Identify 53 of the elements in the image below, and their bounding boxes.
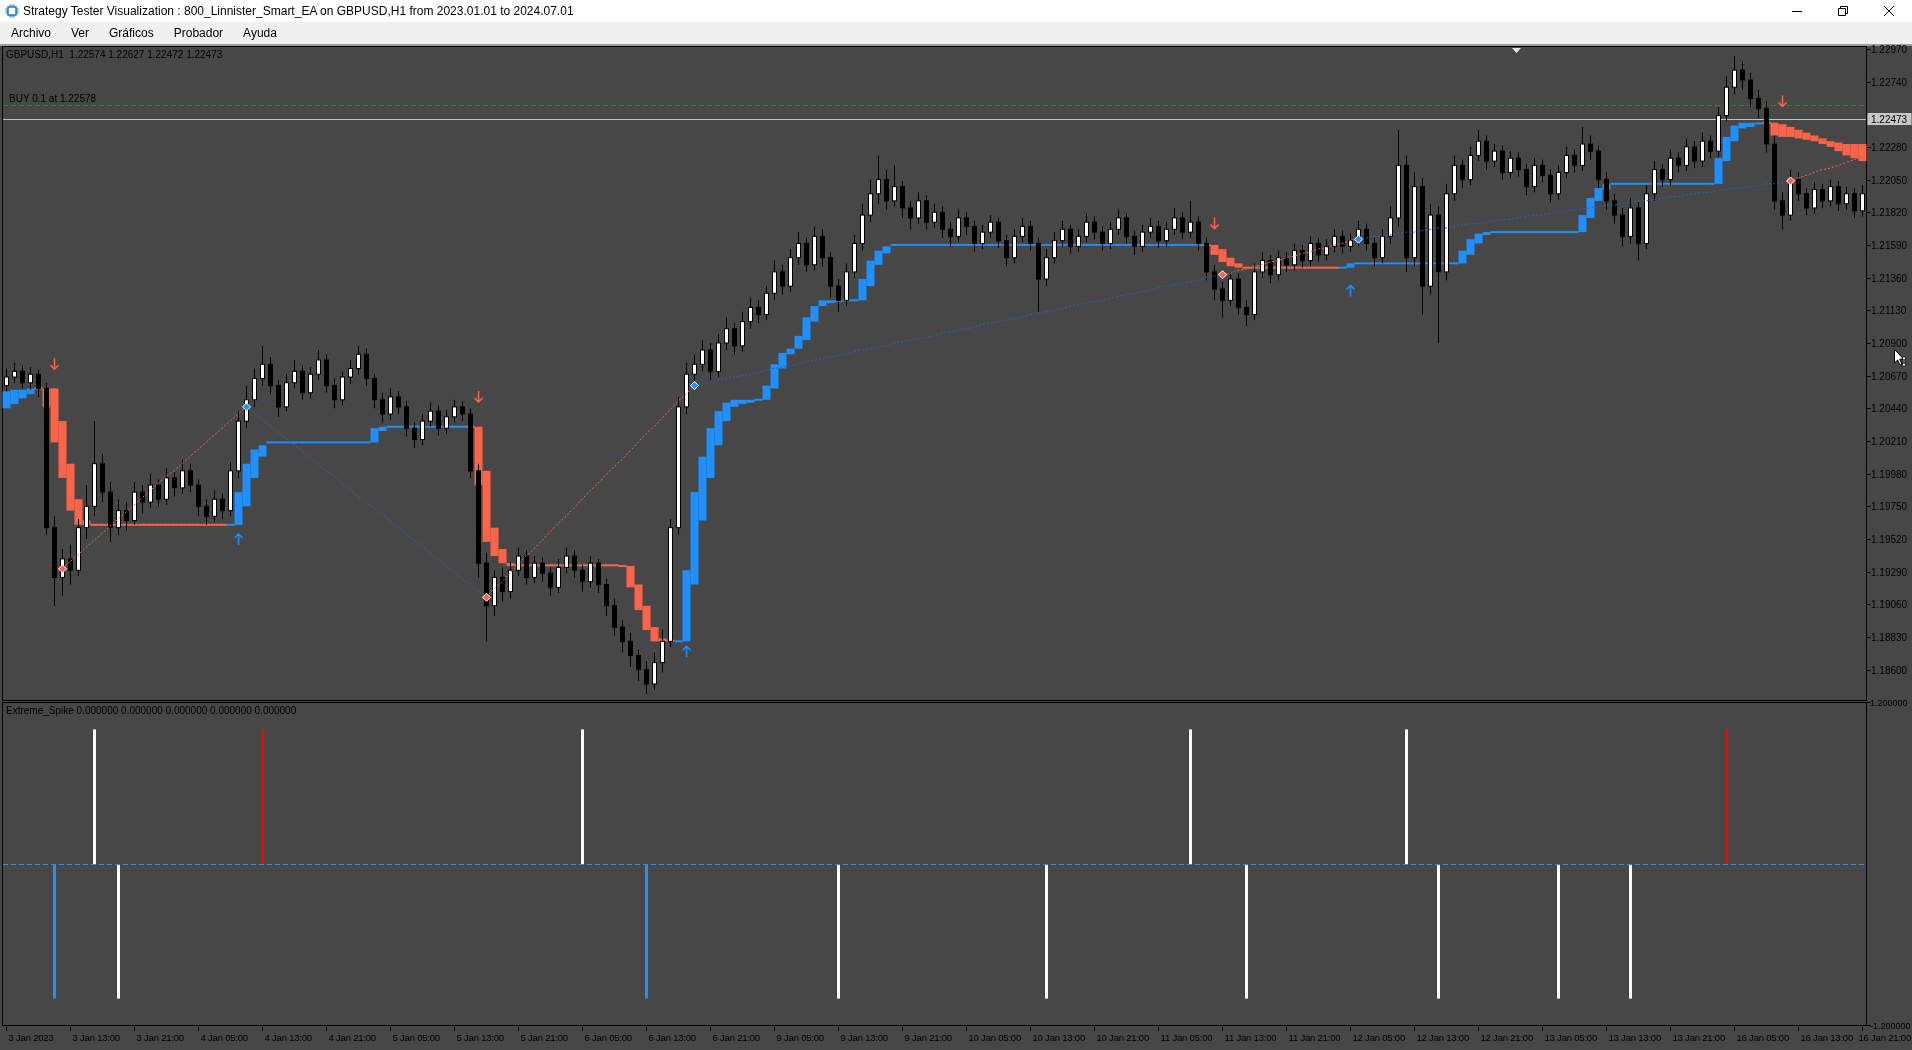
time-label: 13 Jan 21:00	[1672, 1032, 1726, 1043]
price-label: 1.20210	[1871, 436, 1908, 447]
time-label: 16 Jan 21:00	[1858, 1032, 1911, 1043]
indicator-scale-label: -1.200000	[1870, 1020, 1911, 1031]
price-label: 1.20670	[1871, 371, 1908, 382]
chart-title: GBPUSD,H1 1.22574 1.22627 1.22472 1.22473	[6, 49, 223, 60]
time-label: 9 Jan 13:00	[840, 1032, 888, 1043]
time-label: 11 Jan 05:00	[1160, 1032, 1213, 1043]
time-label: 12 Jan 21:00	[1480, 1032, 1534, 1043]
time-label: 16 Jan 05:00	[1736, 1032, 1790, 1043]
time-label: 13 Jan 13:00	[1608, 1032, 1662, 1043]
indicator-scale-label: 1.200000	[1870, 697, 1908, 708]
time-label: 9 Jan 05:00	[776, 1032, 824, 1043]
price-label: 1.20440	[1871, 403, 1908, 414]
time-label: 10 Jan 05:00	[968, 1032, 1022, 1043]
price-label: 1.22050	[1871, 175, 1908, 186]
time-label: 5 Jan 13:00	[456, 1032, 504, 1043]
price-label: 1.20900	[1871, 338, 1908, 349]
price-label: 1.19060	[1871, 599, 1908, 610]
price-label: 1.22280	[1871, 142, 1908, 153]
ref-line-label: 1.22473	[1871, 114, 1908, 125]
current-price-tag: 1.22473	[1867, 113, 1912, 125]
price-label: 1.21130	[1871, 305, 1907, 316]
price-label: 1.18600	[1871, 665, 1908, 676]
time-label: 5 Jan 21:00	[520, 1032, 568, 1043]
time-label: 6 Jan 21:00	[712, 1032, 760, 1043]
time-label: 6 Jan 13:00	[648, 1032, 696, 1043]
time-label: 11 Jan 13:00	[1224, 1032, 1277, 1043]
time-label: 12 Jan 13:00	[1416, 1032, 1470, 1043]
price-label: 1.19750	[1871, 501, 1908, 512]
price-label: 1.21590	[1871, 240, 1908, 251]
price-label: 1.19980	[1871, 469, 1908, 480]
time-label: 5 Jan 05:00	[392, 1032, 440, 1043]
time-label: 13 Jan 05:00	[1544, 1032, 1598, 1043]
time-label: 12 Jan 05:00	[1352, 1032, 1406, 1043]
time-label: 3 Jan 13:00	[72, 1032, 120, 1043]
price-label: 1.21360	[1871, 273, 1908, 284]
time-label: 6 Jan 05:00	[584, 1032, 632, 1043]
time-label: 9 Jan 21:00	[904, 1032, 952, 1043]
time-label: 10 Jan 13:00	[1032, 1032, 1086, 1043]
time-label: 10 Jan 21:00	[1096, 1032, 1150, 1043]
window-title: Strategy Tester Visualization : 800_Linnister_Smart_EA on GBPUSD,H1 from 2023.01.01 to 2024.07.01	[23, 4, 575, 18]
time-label: 16 Jan 13:00	[1800, 1032, 1854, 1043]
price-label: 1.22740	[1871, 77, 1908, 88]
time-label: 3 Jan 21:00	[136, 1032, 184, 1043]
order-label: BUY 0.1 at 1.22578	[9, 92, 97, 104]
price-label: 1.21820	[1871, 207, 1908, 218]
price-label: 1.19520	[1871, 534, 1908, 545]
time-label: 11 Jan 21:00	[1288, 1032, 1341, 1043]
price-label: 1.18830	[1871, 632, 1908, 643]
price-label: 1.19290	[1871, 567, 1908, 578]
indicator-title: Extreme_Spike 0.000000 0.000000 0.000000 0.000000 0.000000	[6, 705, 297, 716]
time-label: 3 Jan 2023	[8, 1032, 54, 1043]
